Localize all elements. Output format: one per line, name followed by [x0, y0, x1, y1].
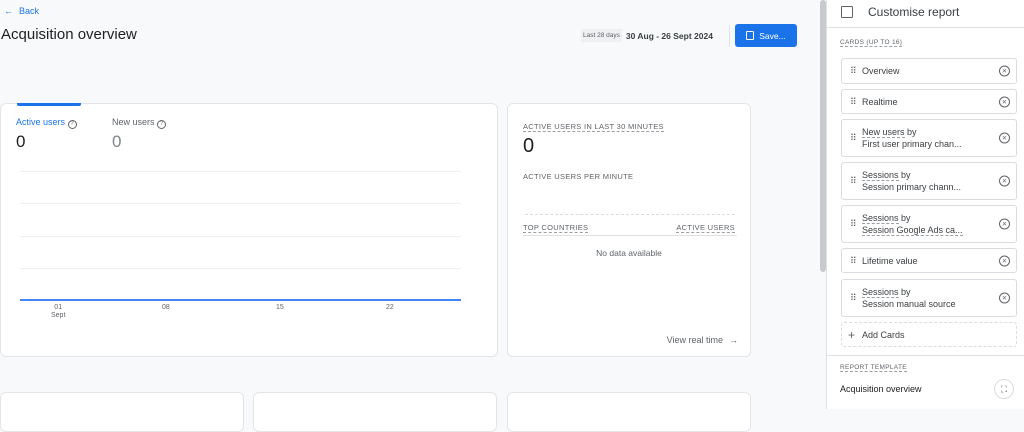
divider [827, 355, 1024, 356]
arrow-left-icon: ← [4, 6, 13, 16]
divider [827, 27, 1024, 28]
active-tab-indicator [17, 103, 81, 106]
remove-icon[interactable]: × [999, 218, 1010, 230]
help-icon: ? [67, 120, 77, 129]
help-icon: ? [157, 120, 167, 129]
card-item-lifetime-value[interactable]: ⠿ Lifetime value × [841, 248, 1017, 273]
realtime-card: ACTIVE USERS IN LAST 30 MINUTES 0 ACTIVE… [507, 103, 751, 357]
x-tick: 15 [276, 304, 284, 311]
card-item-realtime[interactable]: ⠿ Realtime × [841, 89, 1017, 114]
remove-icon[interactable]: × [999, 175, 1010, 187]
card [507, 392, 751, 432]
sparkline-baseline [525, 214, 735, 215]
divider [523, 235, 737, 236]
series-line-active-users [20, 299, 461, 301]
card-item-sessions-channel[interactable]: ⠿ Sessions by Session primary chann... × [841, 162, 1017, 200]
back-link[interactable]: ← Back [4, 6, 39, 16]
gridline [20, 203, 461, 204]
col-top-countries[interactable]: TOP COUNTRIES [523, 223, 589, 233]
card-item-sessions-manual[interactable]: ⠿ Sessions by Session manual source × [841, 279, 1017, 317]
card-item-sessions-google-ads[interactable]: ⠿ Sessions by Session Google Ads ca... × [841, 205, 1017, 243]
save-icon [746, 31, 755, 40]
remove-icon[interactable]: × [999, 132, 1010, 144]
save-button[interactable]: Save... [735, 24, 797, 47]
drag-handle-icon[interactable]: ⠿ [850, 255, 857, 266]
card-item-new-users[interactable]: ⠿ New users by First user primary chan... × [841, 119, 1017, 157]
remove-icon[interactable]: × [999, 65, 1010, 77]
change-template-button[interactable]: ⛶ [994, 379, 1014, 399]
drag-handle-icon[interactable]: ⠿ [850, 219, 857, 230]
drag-handle-icon[interactable]: ⠿ [850, 96, 857, 107]
view-real-time-link[interactable]: View real time → [667, 335, 738, 345]
plus-icon: + [848, 328, 856, 342]
add-cards-button[interactable]: + Add Cards [841, 322, 1017, 347]
metric-new-users[interactable]: New users ? 0 [112, 117, 167, 152]
date-range-picker[interactable]: Last 28 days 30 Aug - 26 Sept 2024 [581, 29, 713, 42]
overview-card: Active users ? 0 New users ? 0 01 Sept 08… [0, 103, 498, 357]
template-name: Acquisition overview [840, 384, 922, 394]
drag-handle-icon[interactable]: ⠿ [850, 66, 857, 77]
page-title: Acquisition overview [1, 26, 137, 43]
gridline [20, 236, 461, 237]
remove-icon[interactable]: × [999, 96, 1010, 107]
customise-panel: Customise report CARDS (UP TO 16) ⠿ Overv… [826, 0, 1024, 409]
card-item-overview[interactable]: ⠿ Overview × [841, 58, 1017, 84]
chart-edit-icon [841, 6, 853, 18]
divider [729, 25, 730, 47]
col-active-users[interactable]: ACTIVE USERS [676, 223, 735, 233]
drag-handle-icon[interactable]: ⠿ [850, 133, 857, 144]
drag-handle-icon[interactable]: ⠿ [850, 293, 857, 304]
gridline [20, 171, 461, 172]
swap-icon: ⛶ [1000, 384, 1008, 394]
x-tick: 22 [386, 304, 394, 311]
remove-icon[interactable]: × [999, 292, 1010, 304]
drag-handle-icon[interactable]: ⠿ [850, 176, 857, 187]
x-tick: 08 [162, 304, 170, 311]
card [253, 392, 497, 432]
metric-active-users[interactable]: Active users ? 0 [16, 117, 77, 152]
panel-title: Customise report [868, 5, 960, 19]
x-tick: 01 Sept [51, 304, 66, 319]
remove-icon[interactable]: × [999, 255, 1010, 266]
card [0, 392, 244, 432]
arrow-right-icon: → [729, 335, 738, 345]
gridline [20, 268, 461, 269]
